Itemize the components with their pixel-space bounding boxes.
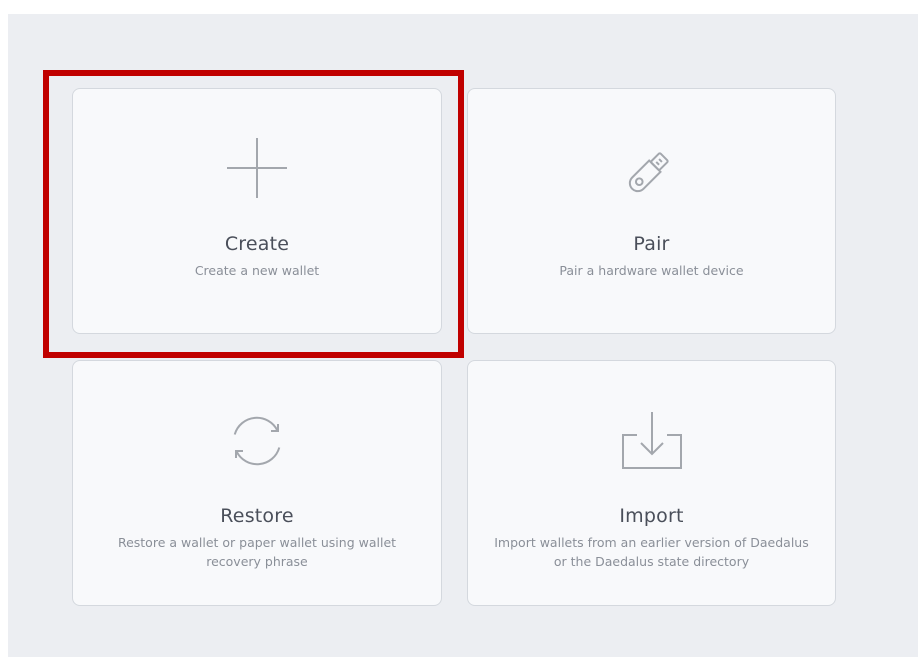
import-title: Import xyxy=(619,505,684,527)
pair-description: Pair a hardware wallet device xyxy=(559,263,744,278)
restore-title: Restore xyxy=(220,505,294,527)
create-wallet-tile[interactable]: Create Create a new wallet xyxy=(72,88,442,334)
refresh-icon xyxy=(225,409,289,473)
create-title: Create xyxy=(224,233,290,255)
plus-icon xyxy=(225,136,289,200)
import-wallet-tile[interactable]: Import Import wallets from an earlier ve… xyxy=(467,360,836,606)
download-tray-icon xyxy=(619,409,685,471)
pair-wallet-tile[interactable]: Pair Pair a hardware wallet device xyxy=(467,88,836,334)
restore-description: Restore a wallet or paper wallet using w… xyxy=(117,535,397,569)
pair-title: Pair xyxy=(633,233,670,255)
import-description: Import wallets from an earlier version o… xyxy=(494,535,809,569)
create-description: Create a new wallet xyxy=(194,263,320,278)
restore-wallet-tile[interactable]: Restore Restore a wallet or paper wallet… xyxy=(72,360,442,606)
usb-key-icon xyxy=(622,139,682,199)
